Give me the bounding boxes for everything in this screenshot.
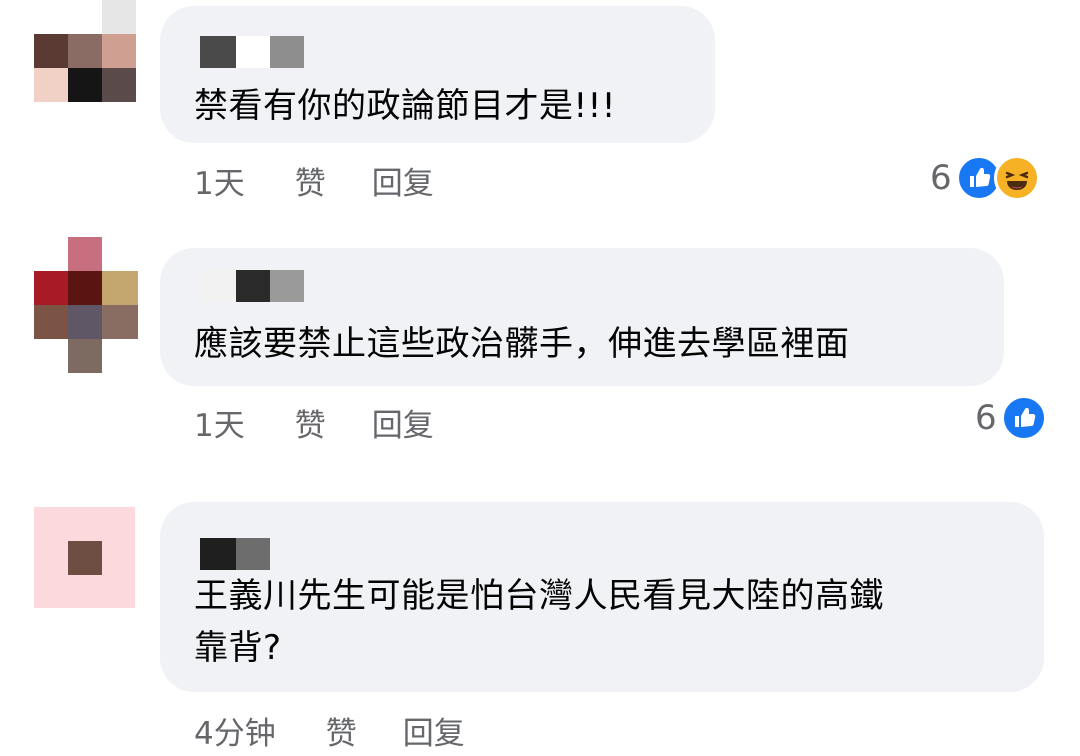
avatar-pixel bbox=[102, 305, 138, 339]
mosaic-cell bbox=[200, 36, 236, 68]
avatar-pixel bbox=[34, 339, 68, 373]
laughing-face-icon bbox=[1005, 171, 1028, 190]
mosaic-cell bbox=[200, 270, 236, 302]
avatar-pixel bbox=[102, 339, 138, 373]
reply-button[interactable]: 回复 bbox=[372, 400, 434, 445]
avatar-pixel bbox=[102, 271, 138, 305]
avatar-pixel bbox=[34, 271, 68, 305]
avatar-pixel bbox=[34, 34, 68, 68]
reply-button[interactable]: 回复 bbox=[403, 708, 465, 753]
mosaic-cell bbox=[270, 36, 304, 68]
avatar-pixel bbox=[34, 305, 68, 339]
commenter-avatar[interactable] bbox=[34, 237, 138, 373]
like-button[interactable]: 赞 bbox=[326, 708, 357, 753]
like-button[interactable]: 赞 bbox=[295, 400, 326, 445]
like-reaction-icon bbox=[1000, 395, 1047, 441]
thumbs-up-icon bbox=[1014, 407, 1035, 427]
comment-bubble: 禁看有你的政論節目才是!!! bbox=[160, 6, 715, 143]
comment-actions: 4分钟 赞 回复 bbox=[194, 708, 465, 752]
avatar-pixel bbox=[34, 68, 68, 102]
comment-text: 禁看有你的政論節目才是!!! bbox=[194, 86, 616, 126]
reaction-count: 6 bbox=[930, 158, 952, 198]
reaction-summary[interactable]: 6 bbox=[975, 394, 1047, 442]
comment-bubble: 應該要禁止這些政治髒手，伸進去學區裡面 bbox=[160, 248, 1004, 386]
reaction-summary[interactable]: 6 bbox=[930, 154, 1040, 202]
avatar-pixel bbox=[68, 305, 102, 339]
avatar-pixel bbox=[68, 0, 102, 34]
commenter-avatar[interactable] bbox=[34, 0, 136, 102]
thumbs-up-icon bbox=[969, 167, 990, 187]
commenter-name-censored[interactable] bbox=[200, 538, 270, 570]
avatar-pixel bbox=[34, 237, 68, 271]
comment-text: 王義川先生可能是怕台灣人民看見大陸的高鐵 靠背? bbox=[194, 576, 884, 668]
avatar-pixel bbox=[68, 68, 102, 102]
comment-timestamp[interactable]: 1天 bbox=[194, 400, 245, 445]
mosaic-cell bbox=[270, 270, 304, 302]
avatar-pixel bbox=[68, 541, 102, 575]
mosaic-cell bbox=[236, 270, 270, 302]
comment-text: 應該要禁止這些政治髒手，伸進去學區裡面 bbox=[194, 324, 850, 364]
avatar-pixel bbox=[68, 237, 102, 271]
comment-actions: 1天 赞 回复 bbox=[194, 400, 434, 444]
mosaic-cell bbox=[236, 36, 270, 68]
avatar-pixel bbox=[68, 34, 102, 68]
haha-reaction-icon bbox=[993, 155, 1040, 201]
comment-timestamp[interactable]: 4分钟 bbox=[194, 708, 276, 753]
avatar-pixel bbox=[68, 339, 102, 373]
like-button[interactable]: 赞 bbox=[295, 158, 326, 203]
avatar-pixel bbox=[102, 68, 136, 102]
commenter-name-censored[interactable] bbox=[200, 36, 304, 68]
mosaic-cell bbox=[236, 538, 270, 570]
avatar-pixel bbox=[68, 271, 102, 305]
reply-button[interactable]: 回复 bbox=[372, 158, 434, 203]
comment-timestamp[interactable]: 1天 bbox=[194, 158, 245, 203]
reaction-count: 6 bbox=[975, 398, 997, 438]
commenter-name-censored[interactable] bbox=[200, 270, 304, 302]
avatar-pixel bbox=[102, 237, 138, 271]
comment-actions: 1天 赞 回复 bbox=[194, 158, 434, 202]
avatar-pixel bbox=[102, 0, 136, 34]
comment-bubble: 王義川先生可能是怕台灣人民看見大陸的高鐵 靠背? bbox=[160, 502, 1044, 692]
commenter-avatar[interactable] bbox=[34, 507, 135, 608]
avatar-pixel bbox=[102, 34, 136, 68]
avatar-pixel bbox=[34, 0, 68, 34]
mosaic-cell bbox=[200, 538, 236, 570]
